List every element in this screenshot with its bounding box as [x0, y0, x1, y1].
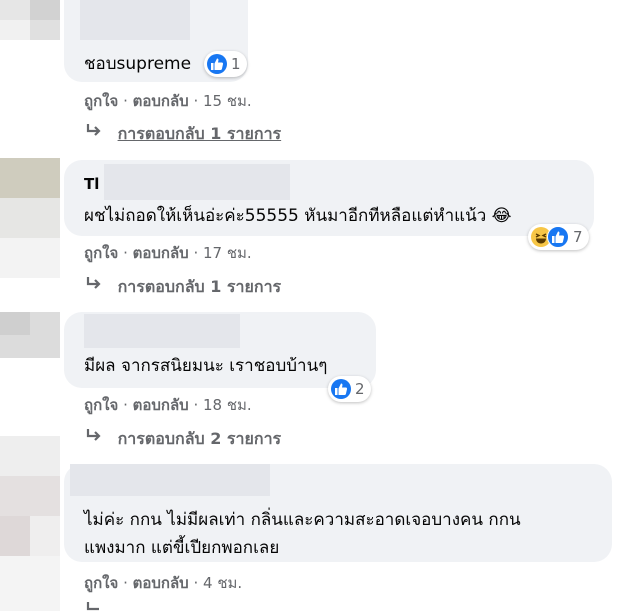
avatar[interactable] [0, 312, 60, 358]
view-replies-label: การตอบกลับ 1 รายการ [117, 124, 282, 143]
view-replies-link[interactable]: การตอบกลับ 1 รายการ [84, 122, 281, 147]
reaction-count: 1 [231, 55, 241, 73]
like-button[interactable]: ถูกใจ [84, 574, 118, 592]
comment-actions: ถูกใจ · ตอบกลับ · 4 ชม. [84, 574, 243, 592]
like-button[interactable]: ถูกใจ [84, 396, 118, 414]
view-replies-link[interactable]: การตอบกลับ 2 รายการ [84, 427, 281, 452]
reply-arrow-icon [86, 124, 101, 136]
like-icon [547, 226, 569, 248]
comment-text-line-1: ไม่ค่ะ กกน ไม่มีผลเท่า กลิ่นและความสะอาด… [84, 510, 521, 530]
author-name-redacted [70, 464, 270, 496]
comment-actions: ถูกใจ · ตอบกลับ · 17 ชม. [84, 244, 252, 262]
reply-button[interactable]: ตอบกลับ [133, 396, 189, 414]
timestamp[interactable]: · 17 ชม. [193, 244, 251, 262]
reaction-count: 2 [355, 380, 365, 398]
author-name-redacted [84, 314, 240, 348]
avatar[interactable] [0, 436, 60, 611]
reaction-count: 7 [573, 228, 583, 246]
timestamp[interactable]: · 15 ชม. [193, 92, 251, 110]
reply-arrow-icon [86, 277, 101, 289]
timestamp[interactable]: · 4 ชม. [193, 574, 242, 592]
comment-text: ผชไม่ถอดให้เห็นอ่ะค่ะ55555 หันมาอีกทีหลื… [84, 206, 512, 226]
comment-actions: ถูกใจ · ตอบกลับ · 15 ชม. [84, 92, 252, 110]
reply-arrow-icon [86, 429, 101, 441]
reaction-summary[interactable]: 2 [328, 376, 371, 402]
view-replies-label: การตอบกลับ 2 รายการ [117, 429, 282, 448]
comment-text: ชอบsupreme [84, 54, 192, 74]
like-button[interactable]: ถูกใจ [84, 92, 118, 110]
reply-button[interactable]: ตอบกลับ [133, 574, 189, 592]
reply-button[interactable]: ตอบกลับ [133, 244, 189, 262]
comment-text-line-2: แพงมาก แต่ขี้เปียกพอกเลย [84, 538, 280, 558]
reaction-summary[interactable]: 1 [204, 51, 247, 77]
view-replies-label: การตอบกลับ 1 รายการ [117, 277, 282, 296]
like-icon [331, 379, 351, 399]
avatar[interactable] [0, 0, 60, 40]
timestamp[interactable]: · 18 ชม. [193, 396, 251, 414]
reaction-summary[interactable]: 7 [528, 224, 589, 250]
author-name-redacted [104, 164, 290, 200]
like-button[interactable]: ถูกใจ [84, 244, 118, 262]
view-replies-link[interactable]: การตอบกลับ 1 รายการ [84, 275, 281, 300]
author-name[interactable]: Tl [84, 175, 99, 193]
author-name-redacted [80, 0, 190, 40]
comment-actions: ถูกใจ · ตอบกลับ · 18 ชม. [84, 396, 252, 414]
like-icon [207, 54, 227, 74]
view-replies-link-partial[interactable] [84, 601, 112, 611]
avatar[interactable] [0, 158, 60, 278]
reply-arrow-icon [86, 602, 99, 611]
comment-text: มีผล จากรสนิยมนะ เราชอบบ้านๆ [84, 356, 328, 376]
reply-button[interactable]: ตอบกลับ [133, 92, 189, 110]
